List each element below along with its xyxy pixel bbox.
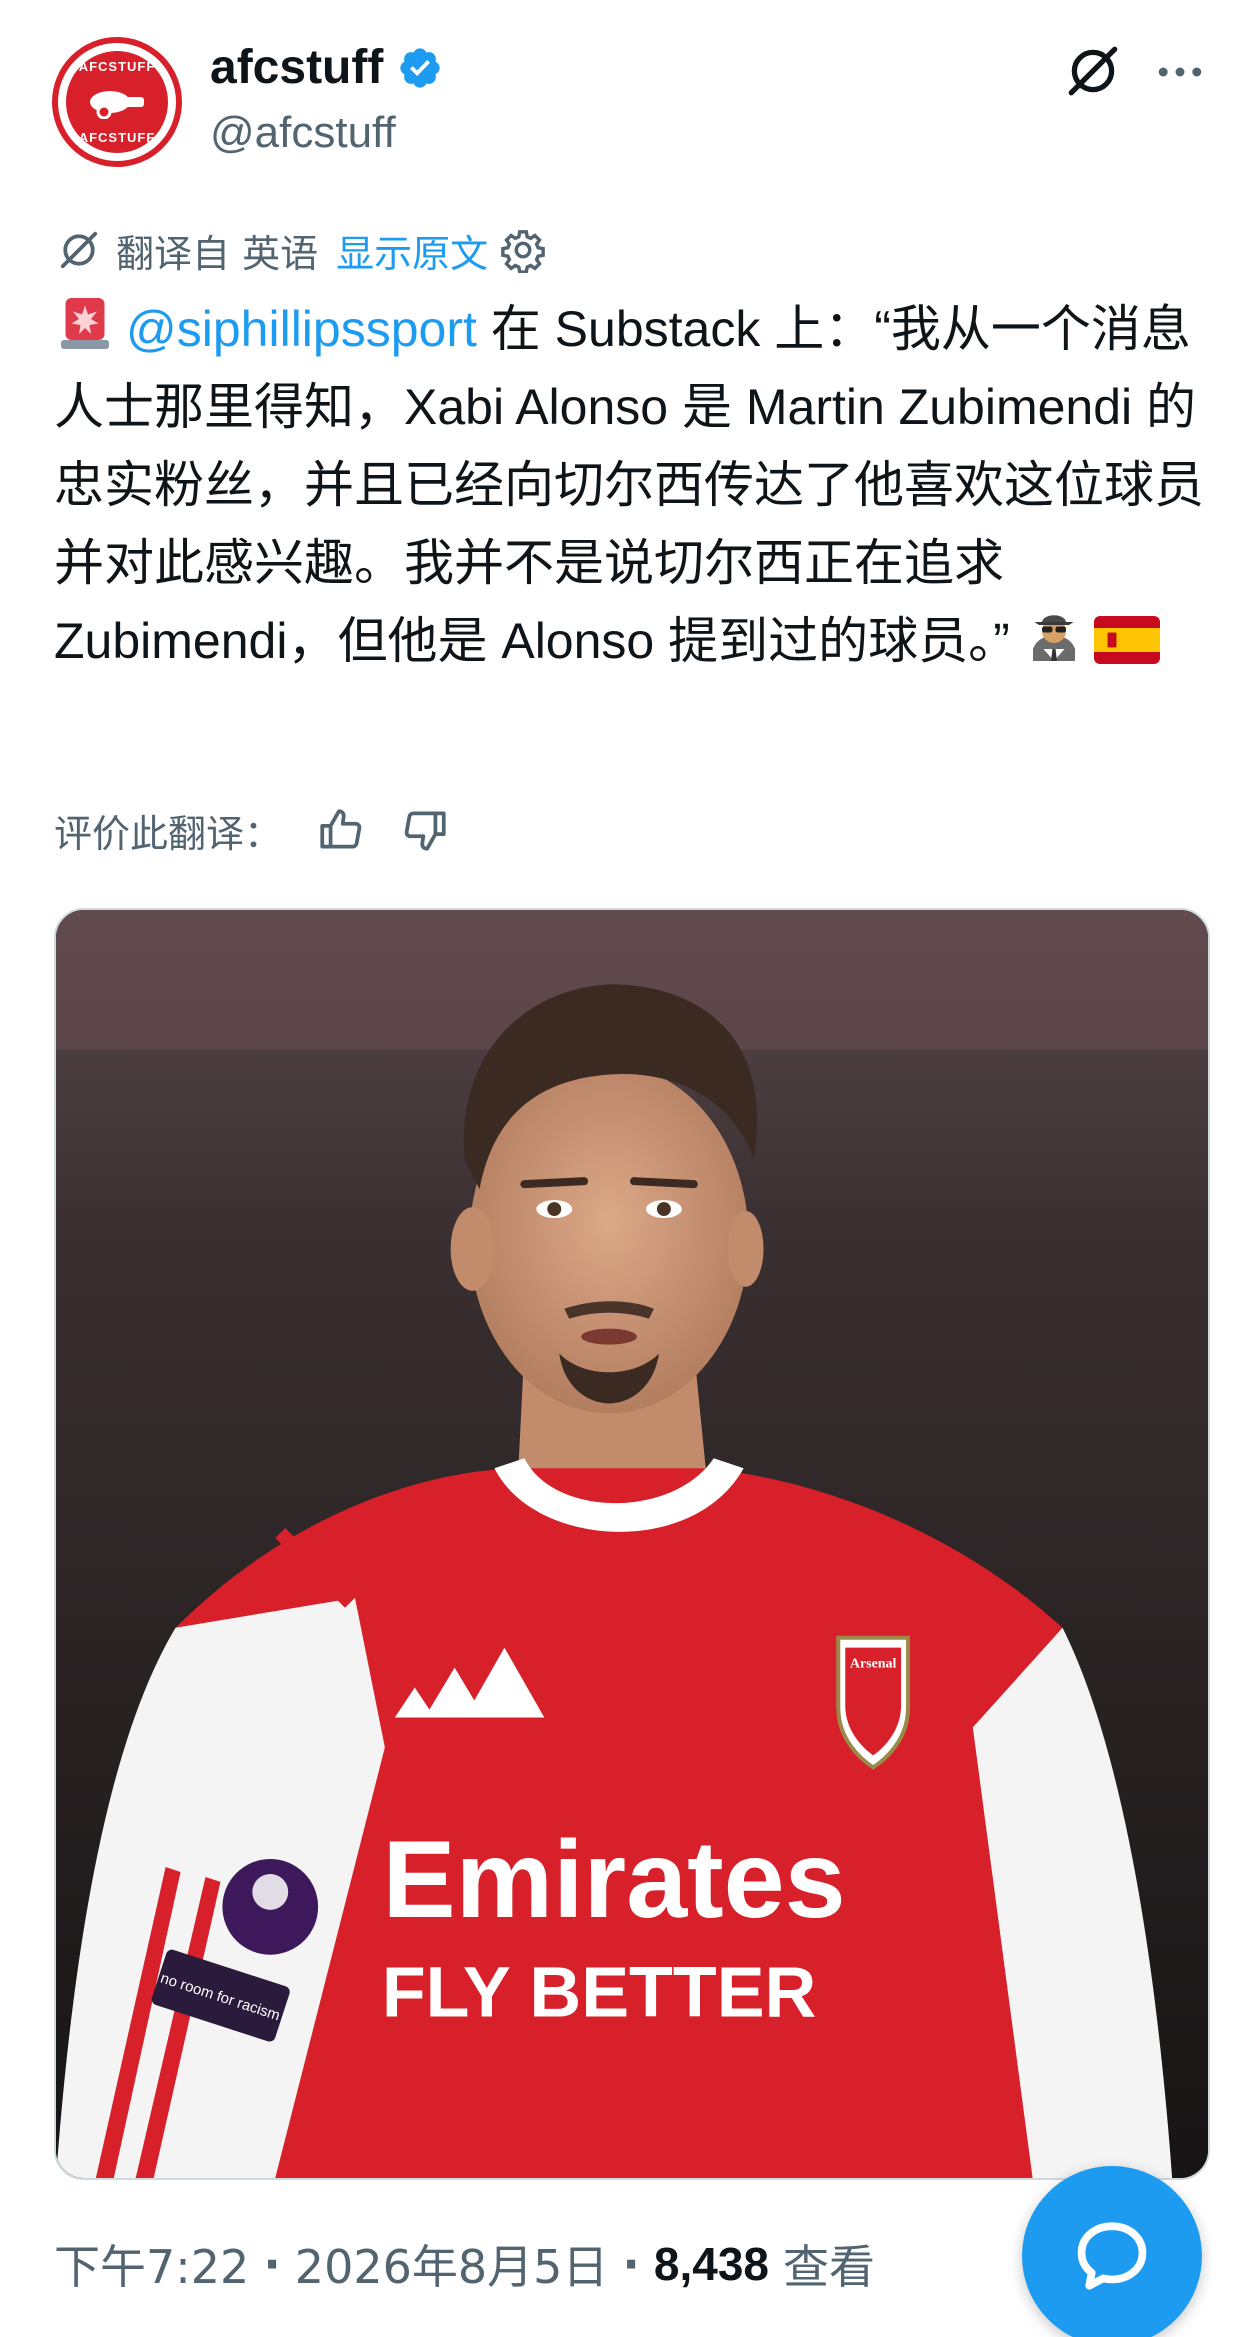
avatar-text-top: AFCSTUFF: [78, 59, 156, 74]
tweet-date: 2026年8月5日: [294, 2240, 609, 2294]
views-count[interactable]: 8,438: [654, 2237, 769, 2291]
display-name-text: afcstuff: [210, 41, 384, 94]
tweet-photo[interactable]: Arsenal no room for racism Emirates FLY …: [54, 908, 1210, 2180]
gear-icon[interactable]: [500, 227, 546, 273]
spain-flag-icon: [1093, 616, 1160, 664]
views-label[interactable]: 查看: [783, 2231, 875, 2297]
thumbs-down-icon[interactable]: [400, 805, 450, 855]
show-original-link[interactable]: 显示原文: [336, 223, 488, 278]
siren-emoji-icon: [61, 298, 109, 349]
player-photo: Arsenal no room for racism Emirates FLY …: [56, 910, 1208, 2178]
avatar-logo: AFCSTUFF AFCSTUFF: [66, 51, 168, 153]
grok-icon[interactable]: [1062, 40, 1124, 102]
tweet-text: @siphillipssport 在 Substack 上：“我从一个消息人士那…: [54, 290, 1214, 680]
tweet-time: 下午7:22: [54, 2240, 250, 2294]
avatar[interactable]: AFCSTUFF AFCSTUFF: [52, 37, 182, 167]
sponsor-tagline-text: FLY BETTER: [382, 1952, 817, 2032]
mention-link[interactable]: @siphillipssport: [126, 301, 477, 357]
sponsor-text: Emirates: [383, 1819, 846, 1941]
meta-separator: ·: [622, 2237, 640, 2291]
tweet-meta: 下午7:22 · 2026年8月5日 · 8,438 查看: [54, 2234, 875, 2294]
verified-badge-icon: [400, 47, 440, 88]
avatar-text-bottom: AFCSTUFF: [78, 130, 156, 145]
crest-text: Arsenal: [850, 1657, 897, 1672]
detective-emoji-icon: [1032, 615, 1075, 661]
translated-from-label: 翻译自 英语: [116, 231, 319, 276]
cannon-icon: [90, 91, 144, 119]
handle[interactable]: @afcstuff: [210, 108, 396, 158]
translate-icon: [60, 231, 98, 269]
display-name[interactable]: afcstuff: [210, 40, 443, 95]
thumbs-up-icon[interactable]: [316, 805, 366, 855]
translation-notice: 翻译自 英语 显示原文: [54, 222, 546, 278]
rate-translation-label: 评价此翻译：: [54, 811, 283, 856]
meta-separator: ·: [263, 2237, 281, 2291]
chat-bubble-icon: [1077, 2222, 1147, 2290]
tweet-detail-page: AFCSTUFF AFCSTUFF afcstuff @afcstuff 翻译自…: [0, 0, 1260, 2337]
rate-translation: 评价此翻译：: [54, 800, 450, 860]
compose-reply-button[interactable]: [1022, 2166, 1202, 2337]
more-icon[interactable]: [1152, 44, 1208, 100]
